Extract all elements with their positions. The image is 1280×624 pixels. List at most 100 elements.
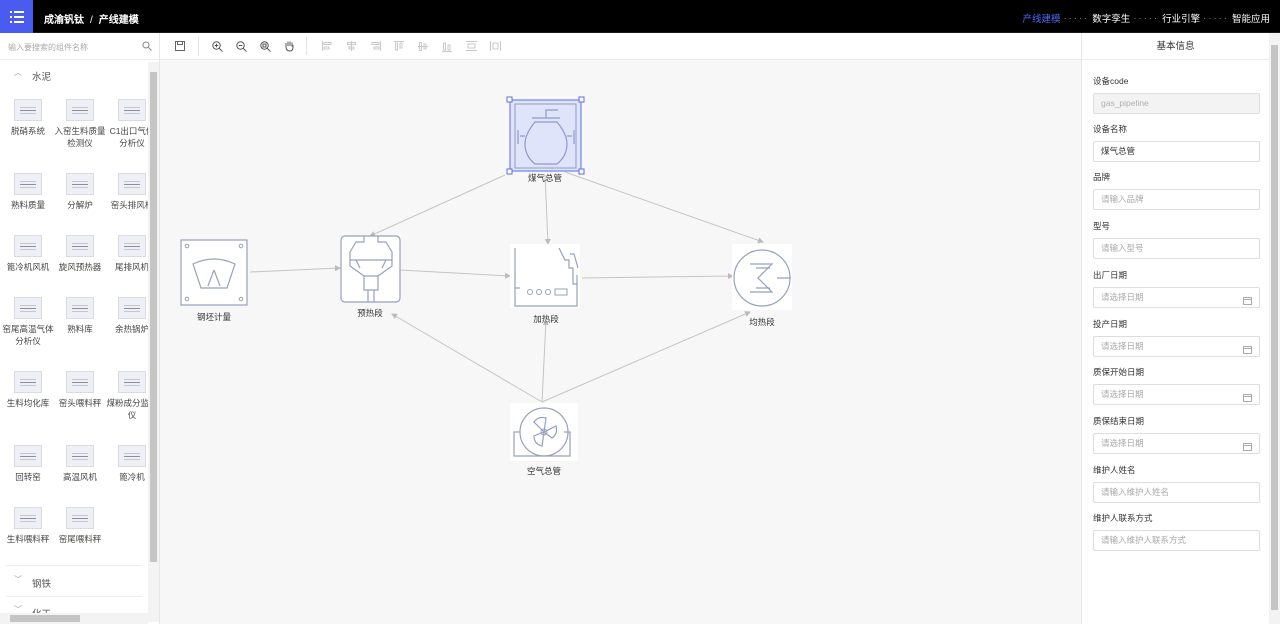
scrollbar-thumb[interactable]: [150, 72, 157, 562]
save-icon[interactable]: [173, 39, 187, 53]
component-thumbnail: [14, 235, 42, 257]
align-center-icon[interactable]: [344, 39, 358, 53]
nav-item-smart-apps[interactable]: 智能应用: [1232, 11, 1270, 25]
component-thumbnail: [14, 297, 42, 319]
chevron-up-icon: ︿: [14, 68, 22, 77]
node-label-meter: 钢坯计量: [196, 312, 231, 322]
edge-air-heat[interactable]: [541, 319, 549, 403]
chevron-down-icon: ﹀: [14, 575, 22, 584]
node-soaking-section[interactable]: [732, 244, 792, 310]
component-thumbnail: [66, 297, 94, 319]
align-left-icon[interactable]: [320, 39, 334, 53]
nav-item-digital-twin[interactable]: 数字孪生: [1092, 11, 1130, 25]
component-item[interactable]: 窑尾喂料秤: [54, 507, 106, 545]
field-device-name: 设备名称 煤气总管: [1093, 123, 1260, 162]
calendar-icon[interactable]: [1243, 390, 1252, 409]
component-item[interactable]: 高温风机: [54, 445, 106, 483]
node-gas-pipeline[interactable]: [506, 96, 585, 175]
warranty-start-picker[interactable]: 请选择日期: [1093, 384, 1260, 405]
calendar-icon[interactable]: [1243, 342, 1252, 361]
maintainer-contact-input[interactable]: 请输入维护人联系方式: [1093, 530, 1260, 551]
production-date-picker[interactable]: 请选择日期: [1093, 336, 1260, 357]
edge-air-preheat[interactable]: [391, 313, 543, 403]
node-air-main[interactable]: [510, 403, 578, 461]
field-label: 维护人姓名: [1093, 465, 1136, 475]
field-label: 设备code: [1093, 76, 1129, 86]
sidebar-scrollbar[interactable]: [148, 62, 159, 622]
edge-meter-preheat[interactable]: [249, 265, 341, 273]
group-header-steel[interactable]: ﹀ 钢铁: [0, 569, 148, 593]
component-item[interactable]: 窑尾高温气体分析仪: [2, 297, 54, 347]
component-item[interactable]: 熟料库: [54, 297, 106, 335]
component-name: 脱硝系统: [10, 126, 45, 136]
group-header-cement[interactable]: ︿ 水泥: [0, 62, 148, 86]
manufacture-date-picker[interactable]: 请选择日期: [1093, 287, 1260, 308]
diagram-svg[interactable]: [160, 60, 1081, 624]
component-item[interactable]: 脱硝系统: [2, 99, 54, 137]
properties-panel: 基本信息 设备code gas_pipeline 设备名称 煤气总管 品牌 请输…: [1081, 33, 1269, 624]
distribute-v-icon[interactable]: [488, 39, 502, 53]
properties-scrollbar[interactable]: [1269, 33, 1280, 624]
component-item[interactable]: 篦冷机风机: [2, 235, 54, 273]
component-item[interactable]: 窑头喂料秤: [54, 371, 106, 409]
breadcrumb-app[interactable]: 成渝钒钛: [44, 15, 84, 26]
warranty-end-picker[interactable]: 请选择日期: [1093, 433, 1260, 454]
scrollbar-thumb[interactable]: [1271, 45, 1278, 610]
device-code-input: gas_pipeline: [1093, 93, 1260, 114]
nav-item-industry-engine[interactable]: 行业引擎: [1162, 11, 1200, 25]
component-thumbnail: [118, 235, 146, 257]
node-heating-section[interactable]: [510, 244, 580, 308]
align-bottom-icon[interactable]: [440, 39, 454, 53]
divider: [6, 565, 142, 566]
diagram-canvas[interactable]: 煤气总管 钢坯计量 预热段 加热段 均热段 空气总管: [160, 60, 1081, 624]
node-preheat-section[interactable]: [340, 235, 401, 303]
node-billet-meter[interactable]: [180, 239, 248, 306]
component-name: 窑尾高温气体分析仪: [2, 324, 54, 346]
edge-preheat-heat[interactable]: [399, 269, 511, 279]
scrollbar-thumb[interactable]: [10, 615, 80, 622]
edge-air-soak[interactable]: [541, 311, 751, 403]
breadcrumb-page: 产线建模: [98, 15, 139, 26]
component-thumbnail: [66, 371, 94, 393]
zoom-fit-icon[interactable]: [258, 39, 272, 53]
edge-gas-heat[interactable]: [544, 174, 551, 245]
brand-input[interactable]: 请输入品牌: [1093, 189, 1260, 210]
edge-gas-soak[interactable]: [564, 171, 764, 244]
calendar-icon[interactable]: [1243, 293, 1252, 312]
component-item[interactable]: 回转窑: [2, 445, 54, 483]
component-sidebar: 输入要搜索的组件名称 ︿ 水泥 脱硝系统 入窑生料质量检测仪 C1出口气体分析仪…: [0, 33, 160, 624]
align-right-icon[interactable]: [368, 39, 382, 53]
date-placeholder: 请选择日期: [1101, 438, 1144, 448]
zoom-out-icon[interactable]: [234, 39, 248, 53]
edge-heat-soak[interactable]: [581, 273, 734, 280]
component-thumbnail: [66, 235, 94, 257]
pan-hand-icon[interactable]: [282, 39, 296, 53]
menu-icon[interactable]: [0, 0, 33, 33]
component-item[interactable]: 生料喂料秤: [2, 507, 54, 545]
component-item[interactable]: 熟料质量: [2, 173, 54, 211]
component-name: 窑头喂料秤: [58, 398, 102, 408]
field-label: 维护人联系方式: [1093, 513, 1153, 523]
distribute-h-icon[interactable]: [464, 39, 478, 53]
component-item[interactable]: 入窑生料质量检测仪: [54, 99, 106, 149]
top-nav: 产线建模 ····· 数字孪生 ····· 行业引擎 ····· 智能应用: [1022, 11, 1270, 26]
align-top-icon[interactable]: [392, 39, 406, 53]
device-name-input[interactable]: 煤气总管: [1093, 141, 1260, 162]
field-warranty-start: 质保开始日期 请选择日期: [1093, 366, 1260, 405]
component-item[interactable]: 生料均化库: [2, 371, 54, 409]
edge-gas-preheat[interactable]: [369, 174, 506, 237]
maintainer-name-input[interactable]: 请输入维护人姓名: [1093, 482, 1260, 503]
component-item[interactable]: 旋风预热器: [54, 235, 106, 273]
sidebar-horizontal-scrollbar[interactable]: [0, 613, 148, 624]
model-input[interactable]: 请输入型号: [1093, 238, 1260, 259]
component-item[interactable]: 分解炉: [54, 173, 106, 211]
field-maintainer-name: 维护人姓名 请输入维护人姓名: [1093, 464, 1260, 503]
align-middle-icon[interactable]: [416, 39, 430, 53]
search-icon[interactable]: [142, 41, 152, 53]
node-label-gas: 煤气总管: [527, 173, 562, 183]
nav-item-modeling[interactable]: 产线建模: [1022, 11, 1060, 25]
search-input[interactable]: 输入要搜索的组件名称: [0, 33, 159, 60]
zoom-in-icon[interactable]: [210, 39, 224, 53]
component-thumbnail: [14, 507, 42, 529]
calendar-icon[interactable]: [1243, 439, 1252, 458]
